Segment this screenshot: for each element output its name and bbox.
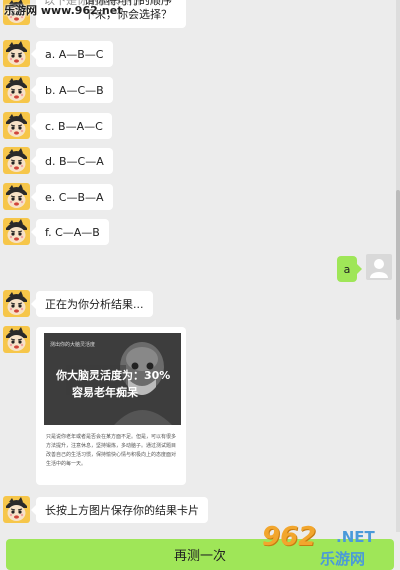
chat-scrollbar[interactable] xyxy=(396,0,400,532)
user-avatar xyxy=(366,254,392,280)
option-d-bubble[interactable]: d. B—C—A xyxy=(31,148,113,174)
option-a-bubble[interactable]: a. A—B—C xyxy=(31,41,113,67)
option-b-bubble[interactable]: b. A—C—B xyxy=(31,77,113,103)
logo-number: 962 xyxy=(262,522,317,552)
bot-avatar xyxy=(3,112,30,139)
user-silhouette-icon xyxy=(370,259,388,278)
cartoon-boy-icon xyxy=(3,40,30,67)
result-card-body: 只是说你老年或者是否会在某方面不足。但是，可以有很多方法提升，注意休息，坚持锻炼… xyxy=(46,434,177,467)
bot-avatar xyxy=(3,183,30,210)
option-c-bubble[interactable]: c. B—A—C xyxy=(31,113,112,139)
cartoon-boy-icon xyxy=(3,112,30,139)
analyzing-bubble: 正在为你分析结果... xyxy=(31,291,153,317)
result-card[interactable]: 测出你的大脑灵活度 你大脑灵活度为：30% 容易老年痴呆 只是说你老年或者是否会… xyxy=(36,327,186,485)
result-card-verdict: 容易老年痴呆 xyxy=(72,386,138,399)
bot-avatar xyxy=(3,218,30,245)
cartoon-boy-icon xyxy=(3,76,30,103)
bot-avatar xyxy=(3,290,30,317)
bot-avatar xyxy=(3,40,30,67)
cartoon-boy-icon xyxy=(3,218,30,245)
scrollbar-thumb[interactable] xyxy=(396,190,400,320)
site-logo: 962 .NET 乐游网 xyxy=(262,522,398,568)
cartoon-boy-icon xyxy=(3,290,30,317)
result-card-image: 测出你的大脑灵活度 你大脑灵活度为：30% 容易老年痴呆 xyxy=(44,333,181,425)
site-watermark: 乐游网 www.962.net xyxy=(4,4,123,17)
bot-avatar xyxy=(3,147,30,174)
bot-avatar xyxy=(3,326,30,353)
cartoon-boy-icon xyxy=(3,326,30,353)
option-e-bubble[interactable]: e. C—B—A xyxy=(31,184,113,210)
user-reply-bubble: a xyxy=(337,256,362,282)
cartoon-boy-icon xyxy=(3,147,30,174)
cartoon-boy-icon xyxy=(3,496,30,523)
result-card-title: 你大脑灵活度为：30% xyxy=(56,369,171,382)
save-hint-bubble: 长按上方图片保存你的结果卡片 xyxy=(31,497,208,523)
logo-site-name: 乐游网 xyxy=(320,550,366,568)
logo-domain: .NET xyxy=(336,528,375,546)
chat-area[interactable]: 请你将可行的顺序 下来，你会选择？ 以下是你的脑龄测评 a. A—B—C b. … xyxy=(0,0,400,532)
cartoon-boy-icon xyxy=(3,183,30,210)
result-card-subtitle: 测出你的大脑灵活度 xyxy=(50,342,96,348)
bot-avatar xyxy=(3,76,30,103)
option-f-bubble[interactable]: f. C—A—B xyxy=(31,219,109,245)
bot-avatar xyxy=(3,496,30,523)
